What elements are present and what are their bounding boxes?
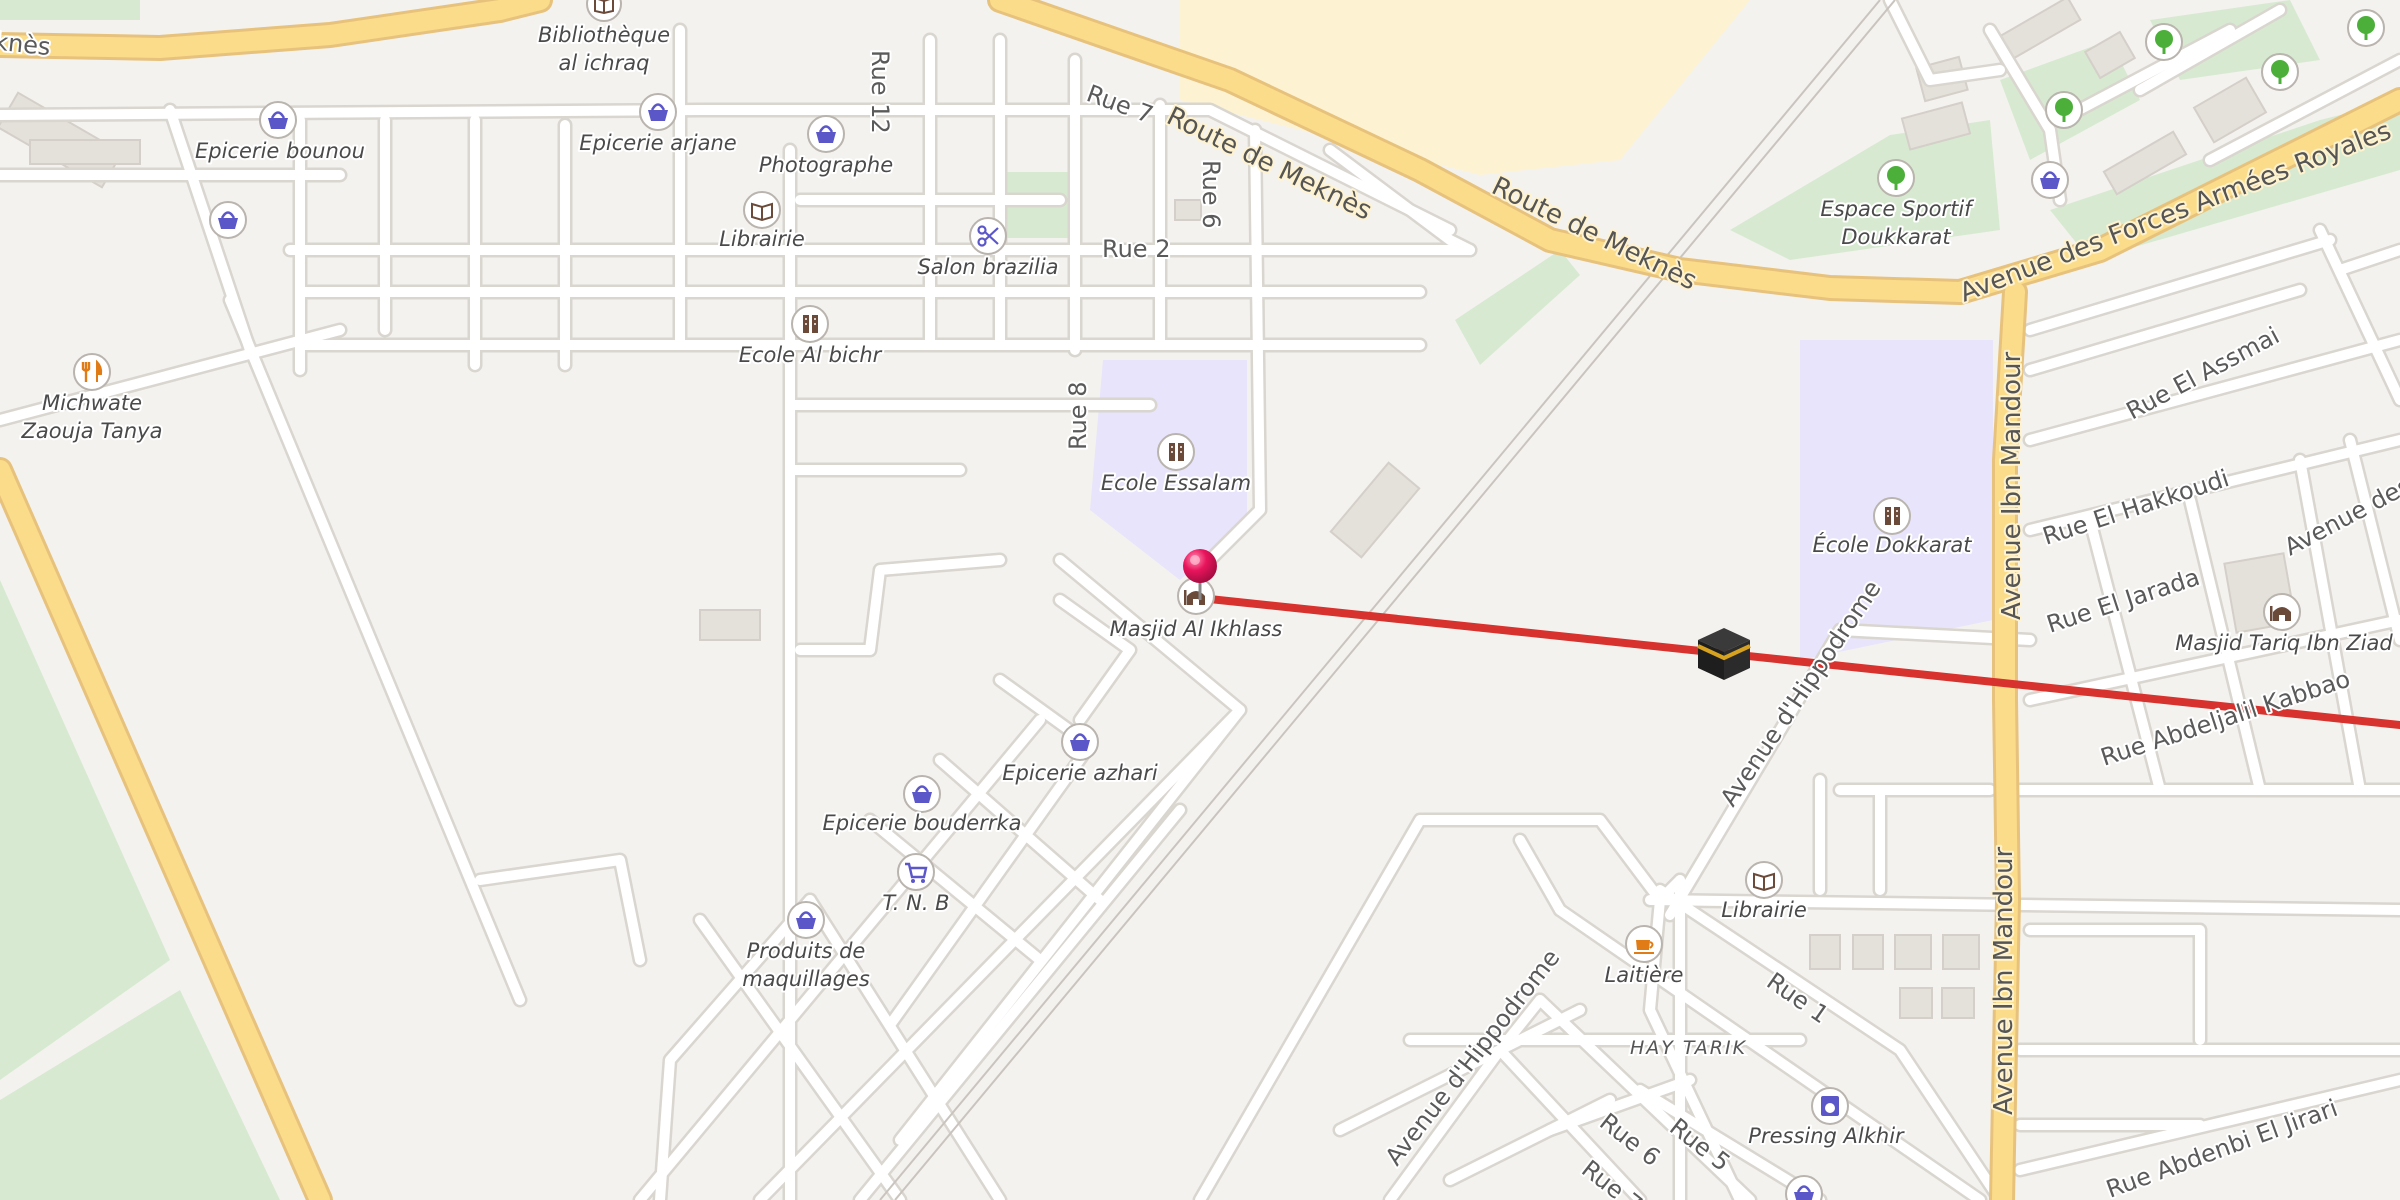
restaurant-icon — [73, 353, 111, 391]
scissors-icon — [969, 217, 1007, 255]
street-label: knès — [0, 27, 52, 61]
svg-text:Pressing Alkhir: Pressing Alkhir — [1748, 1124, 1905, 1148]
svg-text:Zaouja Tanya: Zaouja Tanya — [21, 419, 163, 443]
mosque-icon — [1177, 577, 1215, 615]
laundry-icon — [1811, 1087, 1849, 1125]
tree-icon[interactable] — [2261, 53, 2299, 91]
svg-text:École Dokkarat: École Dokkarat — [1812, 532, 1972, 557]
street-label: Rue 2 — [1102, 235, 1170, 263]
street-label: Rue 12 — [866, 50, 894, 134]
street-label: Rue 6 — [1197, 160, 1225, 228]
svg-text:Librairie: Librairie — [1721, 898, 1807, 922]
tree-icon[interactable] — [2347, 9, 2385, 47]
shopping-basket-icon — [807, 115, 845, 153]
shopping-basket-icon — [1061, 723, 1099, 761]
svg-text:maquillages: maquillages — [742, 967, 870, 991]
svg-text:Ecole Essalam: Ecole Essalam — [1101, 471, 1251, 495]
coffee-cup-icon — [1625, 925, 1663, 963]
svg-text:Ecole Al bichr: Ecole Al bichr — [739, 343, 883, 367]
shopping-basket-icon[interactable] — [209, 201, 247, 239]
street-label: Avenue Ibn Mandour — [1997, 351, 2027, 620]
book-icon — [1745, 861, 1783, 899]
street-label: Rue 8 — [1064, 382, 1092, 450]
svg-text:Salon brazilia: Salon brazilia — [917, 255, 1058, 279]
svg-text:Espace Sportif: Espace Sportif — [1820, 197, 1975, 221]
school-icon — [1157, 433, 1195, 471]
svg-text:Epicerie bouderrka: Epicerie bouderrka — [823, 811, 1022, 835]
school-icon — [1873, 497, 1911, 535]
svg-text:Epicerie azhari: Epicerie azhari — [1002, 761, 1158, 785]
school-icon — [791, 305, 829, 343]
shopping-basket-icon — [259, 101, 297, 139]
green-area — [0, 0, 140, 20]
svg-text:Laitière: Laitière — [1605, 963, 1684, 987]
tree-icon[interactable] — [2145, 23, 2183, 61]
svg-text:Michwate: Michwate — [42, 391, 142, 415]
svg-text:Doukkarat: Doukkarat — [1841, 225, 1951, 249]
svg-text:Masjid Al Ikhlass: Masjid Al Ikhlass — [1110, 617, 1283, 641]
svg-text:Librairie: Librairie — [719, 227, 805, 251]
svg-text:Produits de: Produits de — [747, 939, 866, 963]
tree-icon[interactable] — [2045, 91, 2083, 129]
shopping-basket-icon — [639, 93, 677, 131]
svg-text:Photographe: Photographe — [759, 153, 893, 177]
svg-text:al ichraq: al ichraq — [559, 51, 650, 75]
book-icon — [743, 191, 781, 229]
district-label: HAY TARIK — [1630, 1037, 1747, 1059]
mosque-icon — [2263, 593, 2301, 631]
svg-text:Epicerie arjane: Epicerie arjane — [579, 131, 736, 155]
shopping-basket-icon — [903, 775, 941, 813]
street-label: Avenue Ibn Mandour — [1989, 846, 2019, 1115]
svg-text:Epicerie bounou: Epicerie bounou — [195, 139, 365, 163]
svg-text:T. N. B: T. N. B — [882, 891, 949, 915]
svg-text:Masjid Tariq Ibn Ziad: Masjid Tariq Ibn Ziad — [2175, 631, 2393, 655]
svg-text:Bibliothèque: Bibliothèque — [538, 23, 670, 47]
map-canvas[interactable]: knès Route de Meknès Route de Meknès Ave… — [0, 0, 2400, 1200]
shopping-basket-icon — [787, 901, 825, 939]
tree-icon — [1877, 159, 1915, 197]
shopping-cart-icon — [897, 853, 935, 891]
shopping-basket-icon[interactable] — [2031, 161, 2069, 199]
